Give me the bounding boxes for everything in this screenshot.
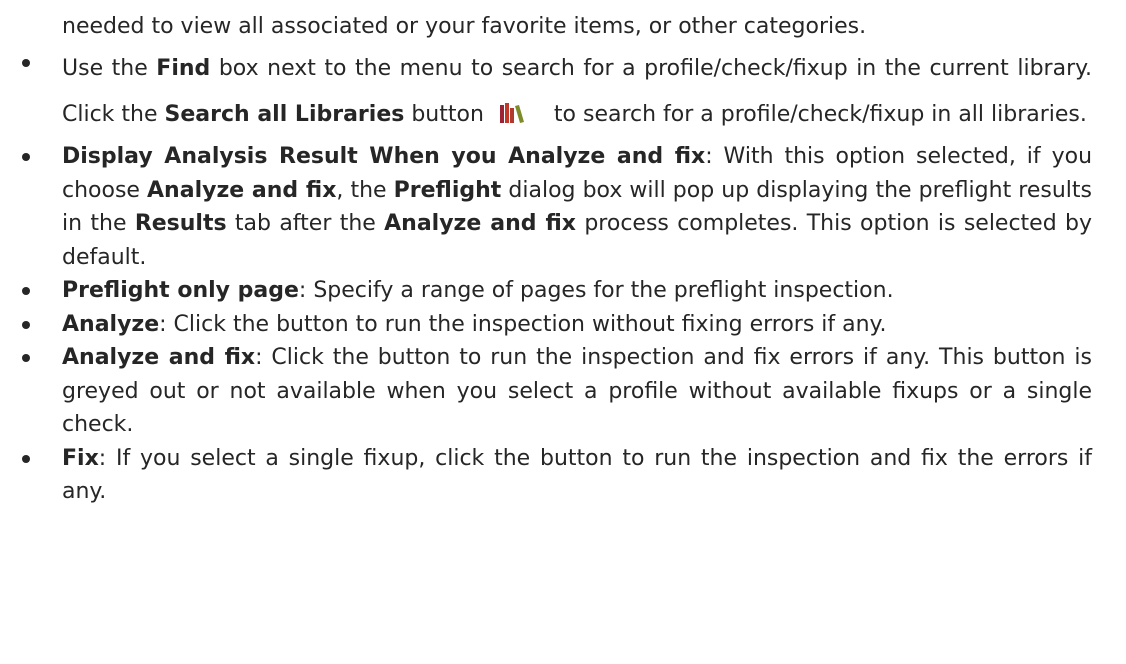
bold-term: Find: [156, 56, 211, 81]
text: : If you select a single fixup, click th…: [62, 445, 1092, 505]
text: to search for a profile/check/fixup in a…: [553, 102, 1087, 127]
bold-term: Search all Libraries: [164, 102, 405, 127]
bullet-icon: [22, 153, 30, 161]
bold-term: Preflight only page: [62, 278, 299, 303]
bullet-icon: [22, 320, 30, 329]
bullet-icon: [22, 287, 30, 295]
intro-text: needed to view all associated or your fa…: [62, 14, 867, 39]
document-page: needed to view all associated or your fa…: [0, 0, 1126, 664]
bold-term: Fix: [62, 445, 99, 471]
list-item-preflight-only-page: Preflight only page: Specify a range of …: [0, 274, 1126, 308]
bold-term: Analyze and fix: [147, 177, 337, 203]
text: , the: [336, 177, 394, 203]
bold-term: Analyze and fix: [384, 211, 577, 236]
bold-term: Analyze: [62, 311, 160, 337]
text: button: [404, 102, 484, 127]
list-item-analyze: Analyze: Click the button to run the ins…: [0, 308, 1126, 342]
text: : Click the button to run the inspection…: [159, 311, 887, 337]
list-item-analyze-and-fix: Analyze and fix: Click the button to run…: [0, 341, 1126, 442]
bold-term: Results: [134, 211, 227, 236]
library-books-icon: [499, 94, 524, 140]
bullet-icon: [22, 354, 30, 362]
list-item-fix: Fix: If you select a single fixup, click…: [0, 442, 1126, 509]
bold-term: Display Analysis Result When you Analyze…: [62, 144, 706, 169]
bold-term: Analyze and fix: [62, 345, 256, 370]
bullet-icon: [22, 59, 30, 67]
text: : Specify a range of pages for the prefl…: [298, 278, 894, 303]
list-item-display-analysis: Display Analysis Result When you Analyze…: [0, 140, 1126, 274]
bullet-icon: [22, 454, 30, 463]
bold-term: Preflight: [393, 177, 502, 203]
bullet-list: Use the Find box next to the menu to sea…: [0, 46, 1126, 509]
text: Use the: [62, 56, 157, 81]
list-item-find: Use the Find box next to the menu to sea…: [0, 46, 1126, 140]
text: tab after the: [226, 211, 385, 236]
